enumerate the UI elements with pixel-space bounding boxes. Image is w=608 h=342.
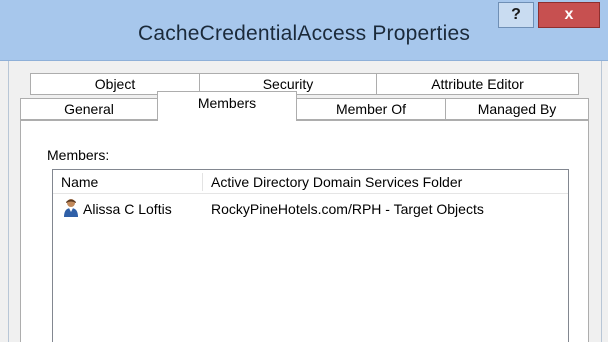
properties-dialog: CacheCredentialAccess Properties ? x Obj… <box>0 0 608 342</box>
tab-attribute-editor[interactable]: Attribute Editor <box>376 73 579 95</box>
column-header-folder[interactable]: Active Directory Domain Services Folder <box>211 171 561 193</box>
column-header-name[interactable]: Name <box>61 171 201 193</box>
user-icon <box>64 199 78 217</box>
members-label: Members: <box>47 147 110 163</box>
title-bar[interactable]: CacheCredentialAccess Properties ? x <box>0 0 608 61</box>
member-name[interactable]: Alissa C Loftis <box>83 199 201 219</box>
column-divider[interactable] <box>202 173 203 191</box>
close-button[interactable]: x <box>538 2 600 28</box>
members-list[interactable] <box>52 169 569 342</box>
tab-managed-by[interactable]: Managed By <box>445 98 589 120</box>
header-divider <box>53 193 568 194</box>
member-folder[interactable]: RockyPineHotels.com/RPH - Target Objects <box>211 199 561 219</box>
tab-members[interactable]: Members <box>157 91 297 121</box>
help-button[interactable]: ? <box>498 2 534 28</box>
tab-member-of[interactable]: Member Of <box>296 98 446 120</box>
tab-general[interactable]: General <box>20 98 158 120</box>
